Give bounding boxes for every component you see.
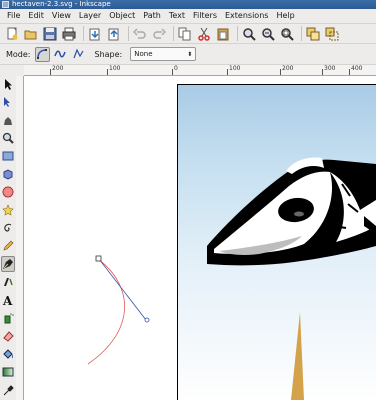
zoom-tool-icon[interactable] xyxy=(1,130,15,146)
pencil-tool-icon[interactable] xyxy=(1,238,15,254)
ruler-tick xyxy=(107,69,108,75)
copy-icon[interactable] xyxy=(177,26,193,42)
selector-tool-icon[interactable] xyxy=(1,76,15,92)
menu-text[interactable]: Text xyxy=(165,9,189,23)
svg-text:A: A xyxy=(2,294,13,306)
spiro-icon xyxy=(54,50,66,58)
ruler-label: 400 xyxy=(351,65,363,72)
inkscape-window: hectaven-2.3.svg - Inkscape File Edit Vi… xyxy=(0,0,376,400)
horizontal-ruler: 200 100 0 100 200 300 400 xyxy=(24,65,376,76)
polyline-icon xyxy=(73,48,84,59)
ruler-label: 200 xyxy=(52,65,64,72)
new-document-icon[interactable] xyxy=(4,26,20,42)
import-icon[interactable] xyxy=(87,26,103,42)
tweak-tool-icon[interactable] xyxy=(1,112,15,128)
toolbar-separator xyxy=(173,26,174,41)
spiro-mode-button[interactable] xyxy=(53,47,68,62)
menu-object[interactable]: Object xyxy=(105,9,139,23)
menu-view[interactable]: View xyxy=(48,9,75,23)
ellipse-tool-icon[interactable] xyxy=(1,184,15,200)
shape-select[interactable]: None ⬍ xyxy=(130,47,197,61)
mode-label: Mode: xyxy=(6,49,31,59)
toolbar-separator xyxy=(128,26,129,41)
toolbox: A xyxy=(0,65,16,400)
menu-bar: File Edit View Layer Object Path Text Fi… xyxy=(0,9,376,23)
undo-icon[interactable] xyxy=(132,26,148,42)
cut-icon[interactable] xyxy=(196,26,212,42)
text-tool-icon[interactable]: A xyxy=(1,292,15,308)
bezier-icon xyxy=(37,49,47,59)
menu-path[interactable]: Path xyxy=(139,9,165,23)
print-icon[interactable] xyxy=(61,26,77,42)
ruler-tick xyxy=(349,69,350,75)
shape-label: Shape: xyxy=(94,49,123,59)
star-tool-icon[interactable] xyxy=(1,202,15,218)
menu-filters[interactable]: Filters xyxy=(189,9,221,23)
bucket-tool-icon[interactable] xyxy=(1,346,15,362)
window-title: hectaven-2.3.svg - Inkscape xyxy=(12,0,111,8)
rectangle-tool-icon[interactable] xyxy=(1,148,15,164)
menu-help[interactable]: Help xyxy=(272,9,298,23)
calligraphy-tool-icon[interactable] xyxy=(1,274,15,290)
ruler-label: 200 xyxy=(282,65,294,72)
menu-file[interactable]: File xyxy=(3,9,24,23)
ruler-label: 0 xyxy=(174,65,178,72)
node-tool-icon[interactable] xyxy=(1,94,15,110)
tool-controls-bar: Mode: Shape: None ⬍ xyxy=(0,44,376,65)
bezier-mode-button[interactable] xyxy=(34,46,50,62)
pen-tool-icon[interactable] xyxy=(1,256,15,272)
control-point-handle[interactable] xyxy=(144,317,150,323)
toolbar-separator xyxy=(301,26,302,41)
ruler-tick xyxy=(172,69,173,75)
shape-select-value: None xyxy=(134,50,153,58)
zoom-page-icon[interactable] xyxy=(279,26,295,42)
ruler-tick xyxy=(280,69,281,75)
menu-extensions[interactable]: Extensions xyxy=(221,9,272,23)
duplicate-icon[interactable] xyxy=(305,26,321,42)
chevron-updown-icon: ⬍ xyxy=(187,50,193,58)
spray-tool-icon[interactable] xyxy=(1,310,15,326)
red-bezier-curve xyxy=(87,258,125,365)
export-icon[interactable] xyxy=(106,26,122,42)
ruler-label: 100 xyxy=(229,65,241,72)
open-icon[interactable] xyxy=(23,26,39,42)
clone-icon[interactable] xyxy=(324,26,340,42)
zoom-drawing-icon[interactable] xyxy=(260,26,276,42)
redo-icon[interactable] xyxy=(151,26,167,42)
save-icon[interactable] xyxy=(42,26,58,42)
spiral-tool-icon[interactable] xyxy=(1,220,15,236)
eraser-tool-icon[interactable] xyxy=(1,328,15,344)
ruler-tick xyxy=(322,69,323,75)
vertical-ruler xyxy=(16,76,24,400)
menu-layer[interactable]: Layer xyxy=(75,9,105,23)
start-node-handle[interactable] xyxy=(95,255,102,262)
bezier-handle-line xyxy=(98,258,147,321)
app-icon xyxy=(2,1,9,8)
command-toolbar xyxy=(0,23,376,44)
toolbar-separator xyxy=(237,26,238,41)
polyline-mode-button[interactable] xyxy=(71,47,86,62)
ruler-label: 300 xyxy=(324,65,336,72)
paste-icon[interactable] xyxy=(215,26,231,42)
menu-edit[interactable]: Edit xyxy=(24,9,48,23)
gradient-tool-icon[interactable] xyxy=(1,364,15,380)
zoom-selection-icon[interactable] xyxy=(241,26,257,42)
drawing-canvas[interactable] xyxy=(24,76,376,400)
ruler-tick xyxy=(227,69,228,75)
dropper-tool-icon[interactable] xyxy=(1,382,15,398)
3d-box-tool-icon[interactable] xyxy=(1,166,15,182)
toolbar-separator xyxy=(83,26,84,41)
golden-spire xyxy=(291,312,304,400)
drawing-layer xyxy=(87,157,376,400)
ruler-tick xyxy=(50,69,51,75)
title-bar: hectaven-2.3.svg - Inkscape xyxy=(0,0,376,9)
ruler-label: 100 xyxy=(109,65,121,72)
spaceship-illustration[interactable] xyxy=(207,157,376,266)
